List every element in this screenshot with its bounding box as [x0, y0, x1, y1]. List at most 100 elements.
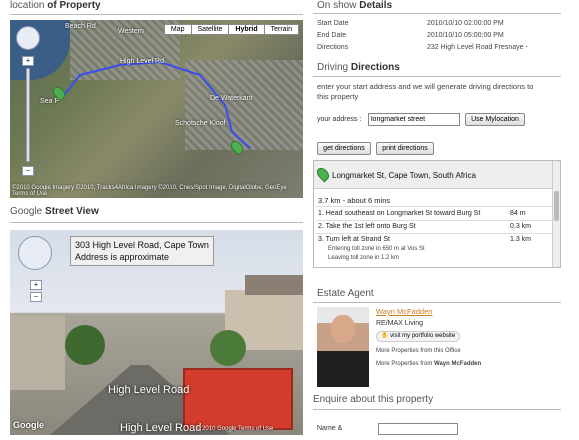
hand-icon: ✋ [381, 333, 389, 339]
zoom-out-button[interactable]: − [22, 166, 34, 176]
row-key: End Date [317, 32, 347, 39]
map-type-terrain[interactable]: Terrain [263, 24, 299, 35]
direction-step: 3. Turn left at Strand St 1.3 km [318, 236, 531, 243]
portfolio-button[interactable]: ✋ visit my portfolio website [376, 331, 461, 342]
google-logo: Google [13, 420, 44, 430]
agent-title: Estate Agent [317, 288, 374, 299]
location-title-pre: location [10, 0, 48, 11]
directions-summary: 3.7 km - about 6 mins [318, 196, 391, 205]
address-label: your address : [317, 116, 362, 123]
step-text: Turn left at Strand St [325, 236, 390, 243]
agent-photo [317, 307, 369, 387]
directions-start-address: Longmarket St, Cape Town, South Africa [332, 171, 476, 180]
divider [316, 233, 552, 234]
on-show-title-pre: On show [317, 0, 360, 11]
house-left [10, 315, 65, 390]
row-value: 2010/10/10 05:00:00 PM [427, 32, 504, 39]
step-number: 2. [318, 223, 324, 230]
row-value: 232 High Level Road Fresnaye - [427, 44, 528, 51]
more-office-link[interactable]: More Properties from this Office [376, 348, 461, 354]
location-title: location of Property [10, 0, 101, 11]
divider [316, 220, 552, 221]
street-view-road-label[interactable]: High Level Road [108, 384, 189, 396]
road-label: Schotsche Kloof [175, 120, 226, 127]
divider [10, 14, 303, 15]
portfolio-label: visit my portfolio website [390, 333, 456, 339]
roof-right [245, 275, 303, 295]
pan-control[interactable] [16, 26, 40, 50]
street-view-title-bold: Street View [45, 206, 99, 217]
driving-title-pre: Driving [317, 62, 351, 73]
use-mylocation-button[interactable]: Use Mylocation [465, 113, 525, 126]
street-view-road-label[interactable]: High Level Road [120, 422, 201, 434]
agent-name-link[interactable]: Wayn McFadden [376, 307, 432, 316]
scroll-thumb[interactable] [554, 191, 559, 221]
zoom-in-button[interactable]: + [22, 56, 34, 66]
road-label: Western [118, 28, 144, 35]
name-input[interactable] [378, 423, 458, 435]
more-agent-link[interactable]: More Properties from Wayn McFadden [376, 361, 481, 367]
street-view-pan-control[interactable] [18, 236, 52, 270]
directions-scrollbar[interactable] [552, 161, 560, 267]
address-input[interactable] [368, 113, 460, 126]
street-view-address-box: 303 High Level Road, Cape Town Address i… [70, 236, 214, 266]
start-pin-icon [314, 165, 332, 183]
step-text: Take the 1st left onto Burg St [325, 223, 416, 230]
street-view-attribution: © 2010 Google Terms of Use [196, 426, 274, 432]
agent-face [331, 315, 355, 343]
step-distance: 84 m [510, 210, 526, 217]
step-distance: 0.3 km [510, 223, 532, 230]
map-attribution: ©2010 Google Imagery ©2010, Tracks4Afric… [12, 185, 287, 197]
driving-title-bold: Directions [350, 62, 400, 73]
driving-intro: enter your start address and we will gen… [317, 82, 534, 101]
on-show-row: Directions 232 High Level Road Fresnaye - [317, 44, 528, 51]
divider [316, 206, 552, 207]
map-type-switcher: Map Satellite Hybrid Terrain [163, 24, 299, 35]
row-value: 2010/10/10 02:00:00 PM [427, 20, 504, 27]
step-text: Head southeast on Longmarket St toward B… [325, 210, 481, 217]
map-type-map[interactable]: Map [163, 24, 192, 35]
street-view-title: Google Street View [10, 206, 99, 217]
on-show-row: Start Date 2010/10/10 02:00:00 PM [317, 20, 504, 27]
name-label: Name & [317, 425, 343, 432]
row-key: Start Date [317, 20, 349, 27]
zoom-slider[interactable] [26, 68, 30, 162]
toll-note: Leaving toll zone in 1.2 km [328, 255, 400, 261]
on-show-row: End Date 2010/10/10 05:00:00 PM [317, 32, 504, 39]
more-agent-pre: More Properties from [376, 361, 435, 367]
road-label: De Waterkant [210, 95, 253, 102]
directions-panel[interactable]: Longmarket St, Cape Town, South Africa 3… [313, 160, 561, 268]
property-map[interactable]: + − Map Satellite Hybrid Terrain High Le… [10, 20, 303, 198]
step-number: 3. [318, 236, 324, 243]
divider [313, 409, 561, 410]
row-key: Directions [317, 44, 349, 51]
tree [210, 330, 246, 366]
street-view-address: 303 High Level Road, Cape Town [75, 240, 209, 250]
route-line [59, 60, 251, 149]
more-agent-bold: Wayn McFadden [434, 361, 482, 367]
street-view-zoom-in-button[interactable]: + [30, 280, 42, 290]
road-label: High Level Rd [120, 58, 164, 65]
divider [313, 302, 561, 303]
direction-step: 1. Head southeast on Longmarket St towar… [318, 210, 526, 217]
divider [10, 222, 303, 223]
street-view-title-pre: Google [10, 206, 46, 217]
print-directions-button[interactable]: print directions [376, 142, 434, 155]
on-show-title-bold: Details [359, 0, 393, 11]
step-distance: 1.3 km [510, 236, 532, 243]
map-type-hybrid[interactable]: Hybrid [228, 24, 265, 35]
divider [313, 13, 561, 14]
agent-company: RE/MAX Living [376, 320, 424, 327]
direction-step: 2. Take the 1st left onto Burg St 0.3 km [318, 223, 531, 230]
get-directions-button[interactable]: get directions [317, 142, 371, 155]
map-type-satellite[interactable]: Satellite [190, 24, 230, 35]
road-label: Beach Rd [65, 23, 96, 30]
toll-note: Entering toll zone in 650 m at Vos St [328, 246, 425, 252]
on-show-title: On show Details [317, 0, 392, 11]
divider [313, 76, 561, 77]
directions-start: Longmarket St, Cape Town, South Africa [314, 161, 554, 189]
street-view-panorama[interactable]: + − 303 High Level Road, Cape Town Addre… [10, 230, 303, 435]
driving-title: Driving Directions [317, 62, 400, 73]
street-view-zoom-out-button[interactable]: − [30, 292, 42, 302]
street-view-approx-note: Address is approximate [75, 252, 170, 262]
